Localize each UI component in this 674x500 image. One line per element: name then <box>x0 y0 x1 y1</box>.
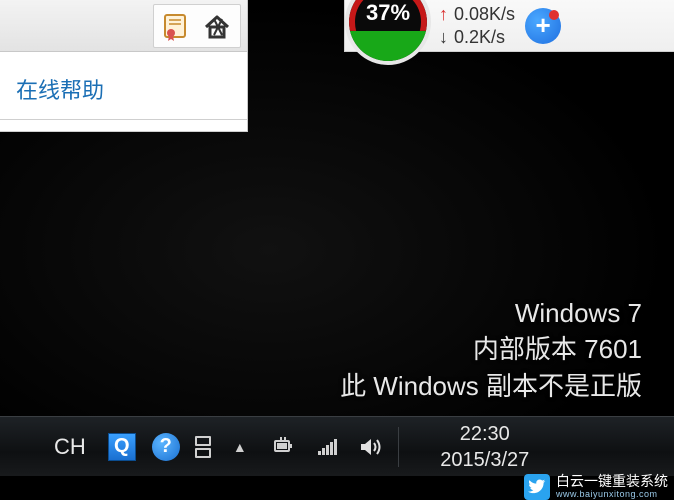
tray-divider <box>398 427 399 467</box>
certificate-icon[interactable] <box>160 9 194 43</box>
upload-row: ↑ 0.08K/s <box>439 4 515 25</box>
watermark-line2: 内部版本 7601 <box>340 331 642 367</box>
add-button[interactable]: + <box>525 8 561 44</box>
download-row: ↓ 0.2K/s <box>439 27 515 48</box>
clock-time: 22:30 <box>421 421 549 447</box>
qq-tray-icon[interactable]: Q <box>104 429 140 465</box>
app-body: 在线帮助 <box>0 52 247 120</box>
download-speed: 0.2K/s <box>454 27 505 48</box>
online-help-link[interactable]: 在线帮助 <box>16 73 104 105</box>
site-title: 白云一键重装系统 <box>556 474 668 489</box>
bird-icon <box>524 474 550 500</box>
app-body-spacer <box>0 120 247 132</box>
window-switcher-icon[interactable] <box>192 429 214 465</box>
toolbar-panel <box>153 4 241 48</box>
arrow-up-icon: ↑ <box>439 4 448 25</box>
network-widget: 37% ↑ 0.08K/s ↓ 0.2K/s + <box>344 0 674 52</box>
home-tools-icon[interactable] <box>200 9 234 43</box>
gauge-percent: 37% <box>349 0 427 61</box>
network-tray-icon[interactable] <box>310 429 346 465</box>
taskbar-clock[interactable]: 22:30 2015/3/27 <box>421 421 549 473</box>
app-toolbar <box>0 0 247 52</box>
volume-tray-icon[interactable] <box>354 429 390 465</box>
app-window-fragment: 在线帮助 <box>0 0 248 132</box>
watermark-line1: Windows 7 <box>340 295 642 331</box>
q-badge: Q <box>108 433 136 461</box>
taskbar: CH Q ? ▲ <box>0 416 674 476</box>
watermark-line3: 此 Windows 副本不是正版 <box>340 368 642 404</box>
arrow-down-icon: ↓ <box>439 27 448 48</box>
desktop-screen: 在线帮助 37% ↑ 0.08K/s ↓ 0.2K/s + Windows 7 … <box>0 0 674 500</box>
site-url: www.baiyunxitong.com <box>556 490 668 500</box>
show-hidden-icons[interactable]: ▲ <box>222 429 258 465</box>
usage-gauge[interactable]: 37% <box>345 0 431 65</box>
site-watermark: 白云一键重装系统 www.baiyunxitong.com <box>524 474 668 500</box>
upload-speed: 0.08K/s <box>454 4 515 25</box>
help-badge: ? <box>152 433 180 461</box>
windows-watermark: Windows 7 内部版本 7601 此 Windows 副本不是正版 <box>340 295 642 404</box>
language-indicator[interactable]: CH <box>48 432 92 462</box>
clock-date: 2015/3/27 <box>421 447 549 473</box>
help-tray-icon[interactable]: ? <box>148 429 184 465</box>
power-tray-icon[interactable] <box>266 429 302 465</box>
speed-readout: ↑ 0.08K/s ↓ 0.2K/s <box>439 4 515 48</box>
